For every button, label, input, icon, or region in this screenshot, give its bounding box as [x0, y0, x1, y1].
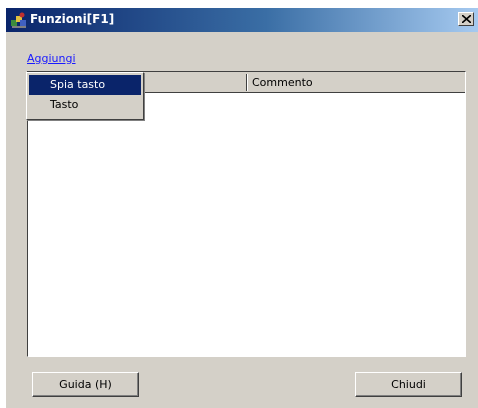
app-icon — [10, 11, 28, 29]
help-button[interactable]: Guida (H) — [32, 372, 139, 397]
close-button[interactable] — [458, 12, 474, 26]
title-bar[interactable]: Funzioni[F1] — [6, 8, 478, 32]
window-title: Funzioni[F1] — [30, 12, 115, 26]
close-icon — [462, 15, 471, 23]
column-header-comment[interactable]: Commento — [252, 76, 313, 89]
dialog-window: Funzioni[F1] Aggiungi Commento Spia tast… — [6, 8, 478, 408]
menu-item-key-indicator[interactable]: Spia tasto — [29, 75, 141, 95]
menu-item-key[interactable]: Tasto — [29, 95, 141, 115]
add-dropdown-menu: Spia tasto Tasto — [26, 72, 144, 120]
close-dialog-button[interactable]: Chiudi — [355, 372, 462, 397]
add-link[interactable]: Aggiungi — [27, 52, 76, 65]
